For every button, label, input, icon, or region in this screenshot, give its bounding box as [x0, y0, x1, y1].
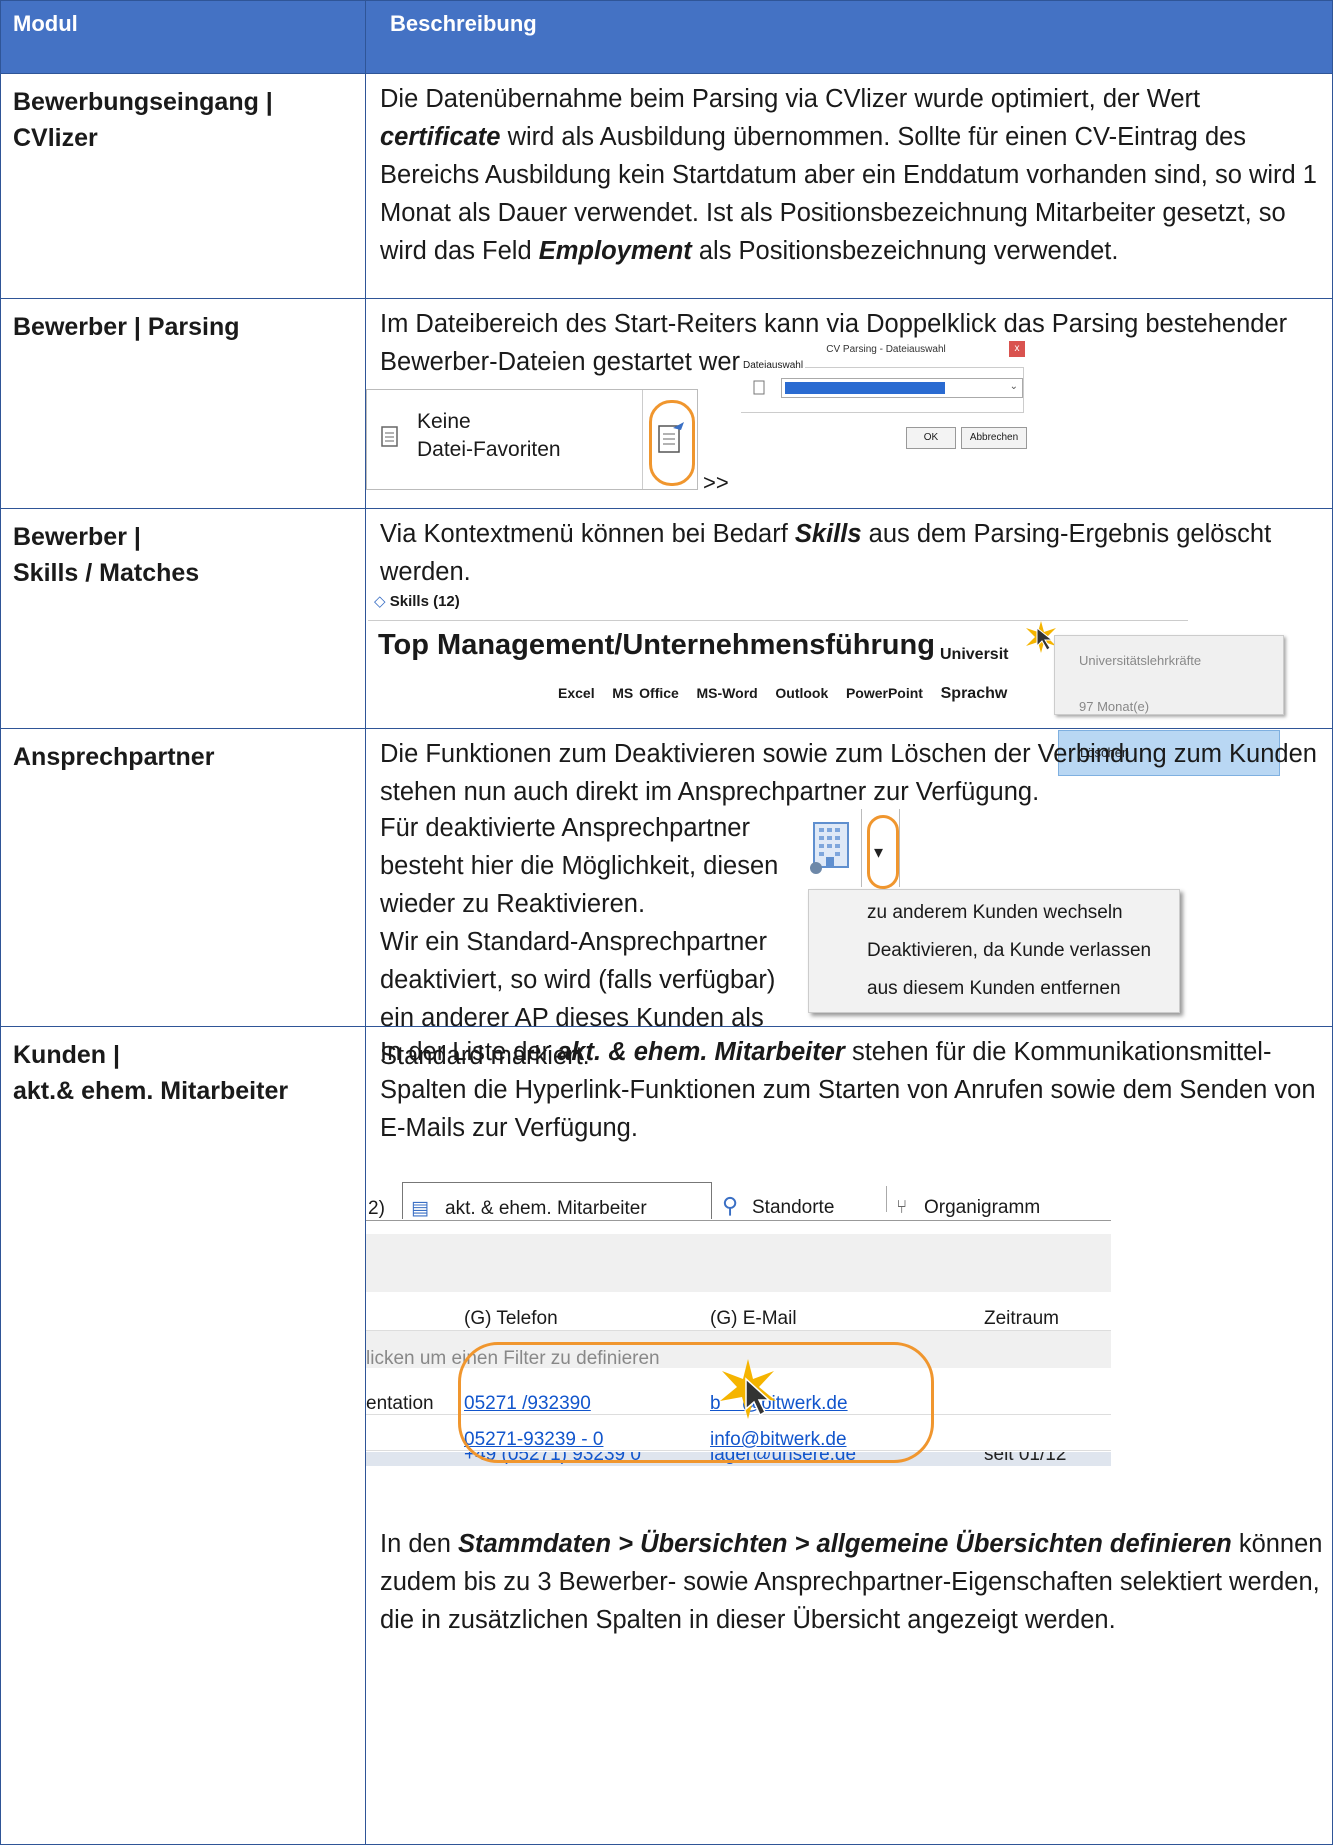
highlight-ellipse	[458, 1342, 934, 1463]
menu-item-universitaetslehrkraefte: Universitätslehrkräfte	[1079, 653, 1202, 668]
click-burst-icon	[720, 1359, 776, 1419]
tab-bar: 2) ▤ akt. & ehem. Mitarbeiter ⚲ Standort…	[366, 1182, 1111, 1221]
org-chart-icon: ⑂	[896, 1197, 908, 1218]
description: In der Liste der akt. & ehem. Mitarbeite…	[366, 1027, 1332, 1843]
skill-universitaet[interactable]: Universit	[940, 636, 1008, 674]
dialog-close-button[interactable]: x	[1009, 341, 1025, 357]
dialog-title: CV Parsing - Dateiauswahl	[826, 344, 946, 355]
contact-card-icon: ▤	[411, 1198, 429, 1219]
description: Im Dateibereich des Start-Reiters kann v…	[366, 299, 1332, 505]
menu-item-dauer: 97 Monat(e)	[1079, 699, 1150, 714]
description: Via Kontextmenü können bei Bedarf Skills…	[366, 509, 1332, 776]
skill-top-management[interactable]: Top Management/Unternehmensführung	[378, 626, 935, 664]
building-icon[interactable]	[808, 819, 858, 875]
header-modul: Modul	[0, 0, 366, 74]
row-ansprechpartner: Ansprechpartner Die Funktionen zum Deakt…	[0, 728, 1333, 1070]
chevron-down-icon: ⌄	[1009, 381, 1018, 392]
grid-header: (G) Telefon (G) E-Mail Zeitraum	[366, 1292, 1111, 1331]
description: Die Funktionen zum Deaktivieren sowie zu…	[366, 729, 1332, 1070]
row-kunden: Kunden | akt.& ehem. Mitarbeiter In der L…	[0, 1026, 1333, 1845]
module-name: Bewerber | Skills / Matches	[13, 523, 200, 587]
column-email[interactable]: (G) E-Mail	[710, 1300, 797, 1338]
skill-ms-word[interactable]: MS-Word	[697, 685, 758, 701]
column-telefon[interactable]: (G) Telefon	[464, 1300, 558, 1338]
location-pin-icon: ⚲	[722, 1193, 739, 1218]
skill-outlook[interactable]: Outlook	[775, 685, 828, 701]
contact-context-menu: zu anderem Kunden wechseln Deaktivieren,…	[808, 889, 1180, 1013]
row-skills: Bewerber | Skills / Matches Via Kontextme…	[0, 508, 1333, 776]
skill-powerpoint[interactable]: PowerPoint	[846, 685, 923, 701]
favorites-label-line1: Keine	[417, 410, 471, 433]
mitarbeiter-grid-screenshot: 2) ▤ akt. & ehem. Mitarbeiter ⚲ Standort…	[366, 1182, 1111, 1502]
skill-context-menu: Universitätslehrkräfte 97 Monat(e) Lösch…	[1054, 635, 1284, 776]
module-name: Kunden | akt.& ehem. Mitarbeiter	[13, 1041, 289, 1105]
column-zeitraum[interactable]: Zeitraum	[984, 1300, 1059, 1338]
module-name: Bewerbungseingang | CVlizer	[13, 88, 273, 152]
small-skills: Excel MS Office MS-Word Outlook PowerPoi…	[558, 674, 1007, 713]
description-part2: In den Stammdaten > Übersichten > allgem…	[380, 1530, 1323, 1634]
release-notes-table: Modul Beschreibung Bewerbungseingang | CV…	[0, 0, 1333, 1845]
row-cvlizer: Bewerbungseingang | CVlizer Die Datenüber…	[0, 73, 1333, 299]
skills-screenshot: ◇ Skills (12) Top Management/Unternehmen…	[368, 592, 1318, 776]
menu-item-anderem-kunden[interactable]: zu anderem Kunden wechseln	[867, 894, 1179, 932]
skills-label: Skills (12)	[389, 593, 460, 610]
skill-ms-office[interactable]: MS Office	[612, 685, 679, 701]
description: Die Datenübernahme beim Parsing via CVli…	[380, 85, 1317, 265]
header-beschreibung: Beschreibung	[365, 0, 1333, 74]
favorites-label-line2: Datei-Favoriten	[417, 438, 561, 461]
header-row: Modul Beschreibung	[0, 0, 1333, 74]
dialog-group: Dateiauswahl ⌄	[741, 360, 1024, 413]
favorites-panel: Keine Datei-Favoriten	[366, 389, 698, 490]
dialog-group-label: Dateiauswahl	[741, 360, 806, 372]
menu-item-entfernen[interactable]: aus diesem Kunden entfernen	[867, 970, 1179, 1008]
row-parsing: Bewerber | Parsing Im Dateibereich des S…	[0, 298, 1333, 509]
dialog-ok-button[interactable]: OK	[906, 427, 956, 449]
file-icon	[381, 426, 398, 447]
cv-parsing-dialog: CV Parsing - Dateiauswahl x Dateiauswahl…	[741, 339, 1031, 451]
module-name: Bewerber | Parsing	[13, 313, 240, 341]
skill-excel[interactable]: Excel	[558, 685, 595, 701]
tab-akt-ehem-mitarbeiter[interactable]: ▤ akt. & ehem. Mitarbeiter	[402, 1182, 712, 1219]
document-page: Modul Beschreibung Bewerbungseingang | CV…	[0, 0, 1333, 1845]
parse-file-icon[interactable]	[657, 420, 687, 456]
dialog-cancel-button[interactable]: Abbrechen	[961, 427, 1027, 449]
dropdown-arrow-icon[interactable]: ▾	[874, 833, 883, 871]
file-icon	[753, 380, 765, 395]
module-name: Ansprechpartner	[13, 743, 215, 771]
menu-item-deaktivieren[interactable]: Deaktivieren, da Kunde verlassen	[867, 932, 1179, 970]
skill-sprachw[interactable]: Sprachw	[941, 685, 1008, 702]
tag-icon: ◇	[374, 593, 386, 610]
click-burst-icon	[1026, 621, 1056, 653]
file-select[interactable]: ⌄	[781, 378, 1023, 398]
contact-menu-screenshot: ▾ zu anderem Kunden wechseln Deaktiviere…	[806, 809, 1180, 1019]
arrows: >>	[703, 470, 729, 495]
